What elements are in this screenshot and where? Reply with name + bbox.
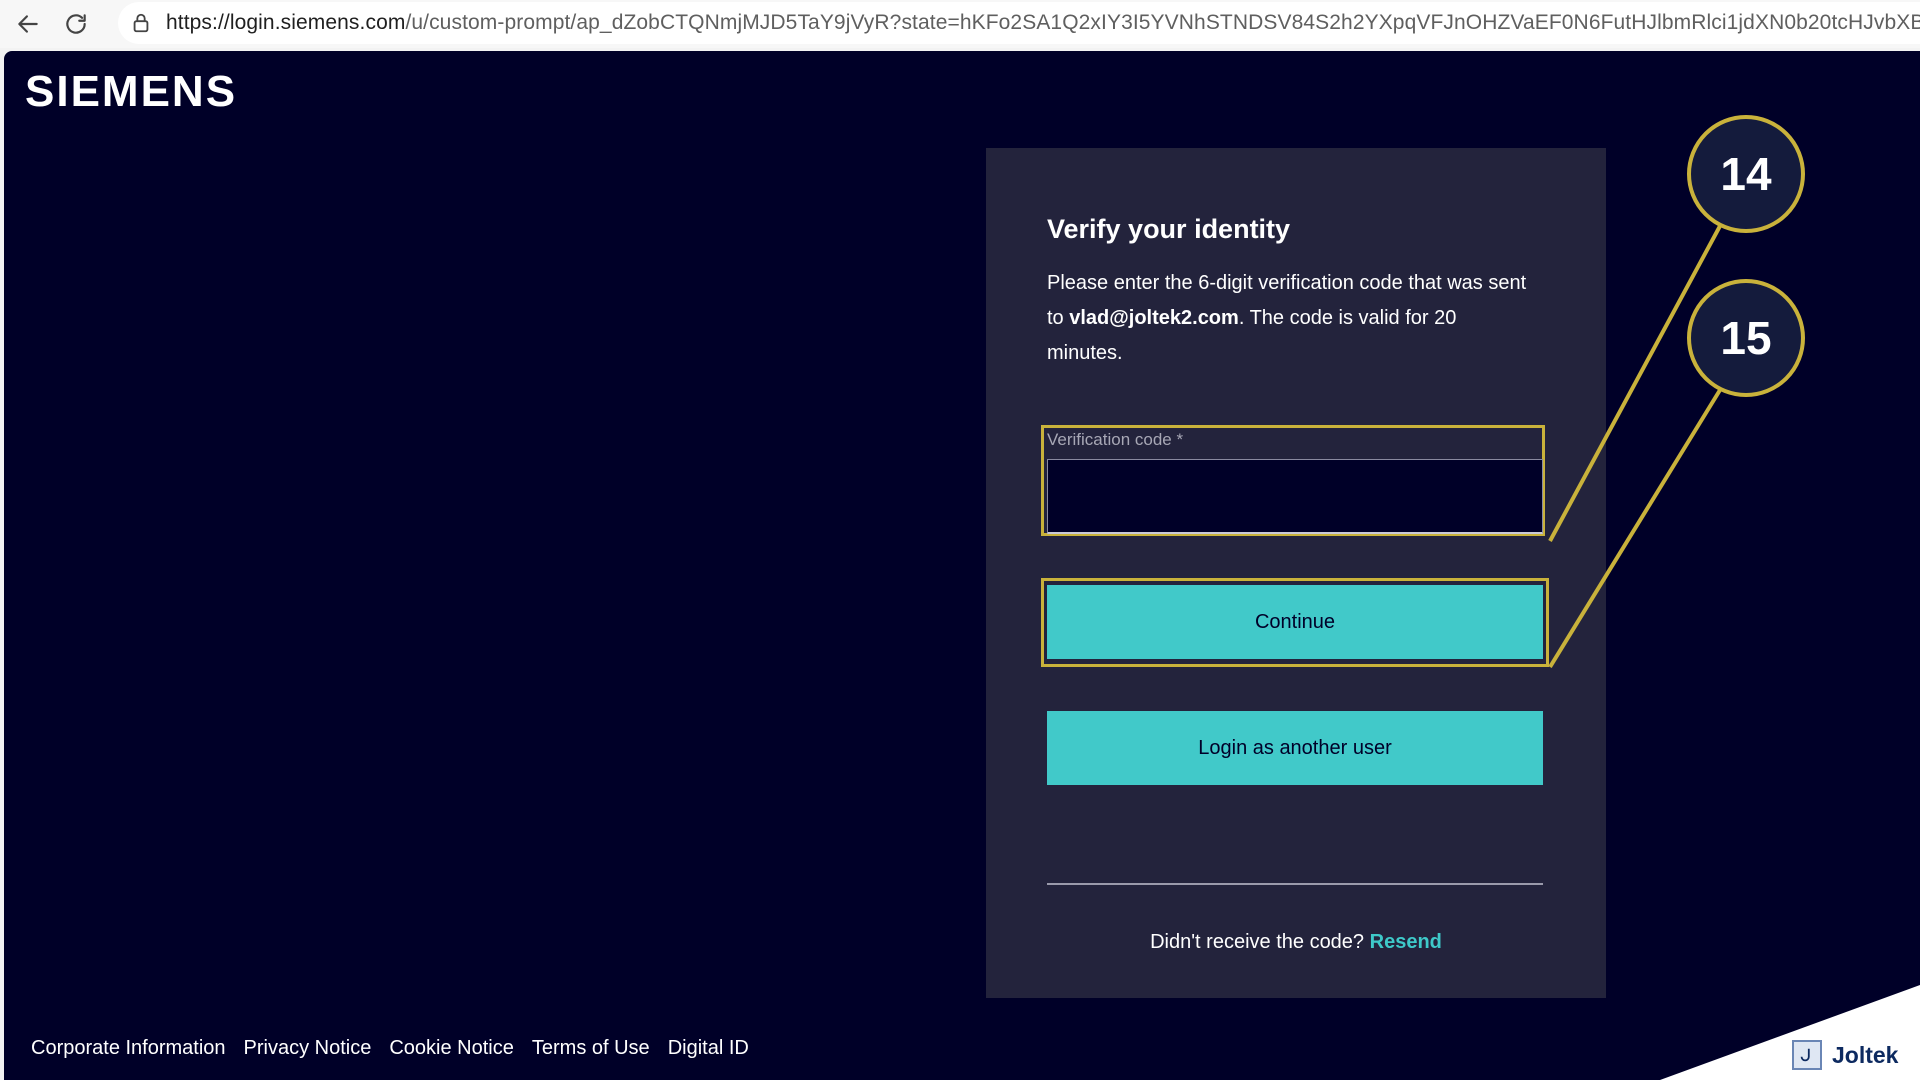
verification-code-input[interactable]	[1047, 459, 1543, 534]
back-arrow-icon[interactable]	[8, 4, 48, 44]
login-another-user-button[interactable]: Login as another user	[1047, 711, 1543, 785]
url-host: https://login.siemens.com	[166, 11, 406, 34]
url-text: https://login.siemens.com/u/custom-promp…	[166, 11, 1920, 35]
login-page: SIEMENS Verify your identity Please ente…	[4, 51, 1920, 1080]
footer-link-cookie-notice[interactable]: Cookie Notice	[389, 1037, 514, 1060]
address-bar[interactable]: https://login.siemens.com/u/custom-promp…	[118, 2, 1920, 44]
joltek-logo-icon	[1792, 1040, 1822, 1070]
continue-button[interactable]: Continue	[1047, 585, 1543, 659]
step-badge-15: 15	[1687, 279, 1805, 397]
step-badge-14: 14	[1687, 115, 1805, 233]
resend-link[interactable]: Resend	[1370, 931, 1442, 953]
verification-code-label: Verification code *	[1047, 430, 1184, 449]
email-address: vlad@joltek2.com	[1069, 307, 1239, 329]
footer-link-digital-id[interactable]: Digital ID	[668, 1037, 749, 1060]
divider	[1047, 883, 1543, 885]
joltek-watermark: Joltek	[1792, 1040, 1898, 1070]
url-path: /u/custom-prompt/ap_dZobCTQNmjMJD5TaY9jV…	[405, 11, 1920, 34]
footer-link-terms-of-use[interactable]: Terms of Use	[532, 1037, 650, 1060]
browser-toolbar: https://login.siemens.com/u/custom-promp…	[0, 0, 1920, 48]
footer-link-corporate-information[interactable]: Corporate Information	[31, 1037, 226, 1060]
verify-card: Verify your identity Please enter the 6-…	[986, 148, 1606, 998]
footer-link-privacy-notice[interactable]: Privacy Notice	[244, 1037, 372, 1060]
footer-links: Corporate Information Privacy Notice Coo…	[31, 1037, 749, 1060]
card-title: Verify your identity	[1047, 214, 1291, 244]
siemens-logo: SIEMENS	[25, 67, 238, 116]
resend-prompt: Didn't receive the code?	[1150, 931, 1370, 953]
lock-icon	[133, 13, 149, 33]
joltek-watermark-text: Joltek	[1832, 1041, 1899, 1068]
reload-icon[interactable]	[56, 4, 96, 44]
card-description: Please enter the 6-digit verification co…	[1047, 266, 1537, 371]
resend-line: Didn't receive the code? Resend	[986, 931, 1606, 954]
